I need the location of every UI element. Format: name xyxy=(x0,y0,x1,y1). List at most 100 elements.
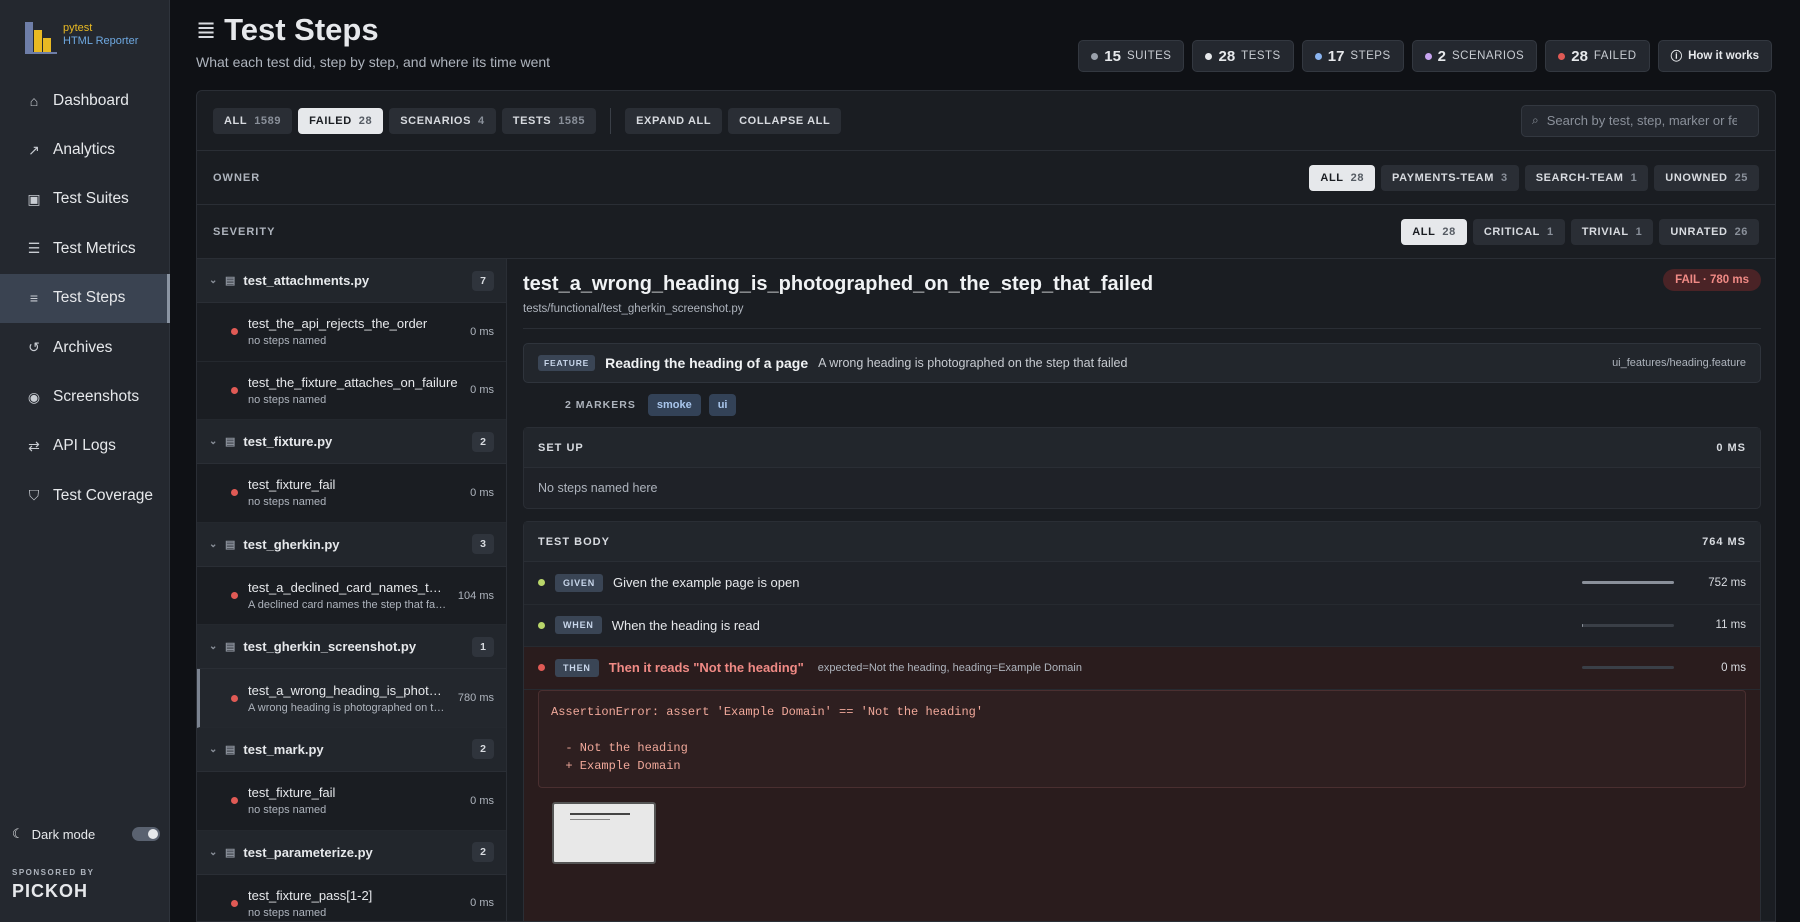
collapse-all-button[interactable]: COLLAPSE ALL xyxy=(728,107,842,134)
test-duration: 104 ms xyxy=(457,589,494,602)
file-group-header[interactable]: ⌄ ▤ test_parameterize.py 2 xyxy=(197,830,506,875)
test-info: test_the_api_rejects_the_order no steps n… xyxy=(248,316,460,347)
owner-chip-search-team[interactable]: SEARCH-TEAM 1 xyxy=(1524,164,1649,191)
step-row[interactable]: THEN Then it reads "Not the heading" expec… xyxy=(524,647,1760,690)
stat-tests[interactable]: 28 TESTS xyxy=(1192,40,1294,72)
stat-steps[interactable]: 17 STEPS xyxy=(1301,40,1404,72)
failure-details: AssertionError: assert 'Example Domain' … xyxy=(524,689,1760,921)
chip-label: ALL xyxy=(224,114,248,127)
test-row[interactable]: test_a_declined_card_names_the_step_that… xyxy=(197,567,506,626)
dark-mode-toggle[interactable] xyxy=(132,827,160,841)
step-status-dot xyxy=(538,664,545,672)
test-row[interactable]: test_fixture_fail no steps named 0 ms xyxy=(197,464,506,523)
marker-tag[interactable]: ui xyxy=(708,394,737,416)
tab-all[interactable]: ALL 1589 xyxy=(213,107,293,134)
sidebar-item-test-suites[interactable]: ▣ Test Suites xyxy=(0,175,170,224)
step-duration: 11 ms xyxy=(1715,619,1746,632)
feature-file[interactable]: ui_features/heading.feature xyxy=(1612,357,1746,369)
sidebar-item-archives[interactable]: ↺ Archives xyxy=(0,323,170,372)
owner-chip-payments-team[interactable]: PAYMENTS-TEAM 3 xyxy=(1381,164,1519,191)
severity-chip-all[interactable]: ALL 28 xyxy=(1401,218,1467,245)
test-list: ⌄ ▤ test_attachments.py 7 test_the_api_rejec… xyxy=(197,259,507,921)
test-info: test_fixture_pass[1-2] no steps named xyxy=(248,888,460,919)
chevron-down-icon[interactable]: ⌄ xyxy=(209,539,217,550)
chevron-down-icon[interactable]: ⌄ xyxy=(209,847,217,858)
fail-dot xyxy=(231,489,238,497)
test-row[interactable]: test_fixture_pass[1-2] no steps named 0 ms xyxy=(197,875,506,921)
stat-suites[interactable]: 15 SUITES xyxy=(1078,40,1185,72)
sponsor-logo[interactable]: PICKOH xyxy=(12,881,94,902)
test-row[interactable]: test_a_wrong_heading_is_photographed_on_… xyxy=(197,669,506,728)
stat-scenarios[interactable]: 2 SCENARIOS xyxy=(1411,40,1538,72)
list-ordered-icon: ≣ xyxy=(196,16,217,44)
file-icon: ▤ xyxy=(225,538,236,551)
tab-failed[interactable]: FAILED 28 xyxy=(298,107,384,134)
sidebar-item-label: Test Steps xyxy=(53,289,126,307)
brand[interactable]: pytest HTML Reporter xyxy=(25,18,139,54)
test-row[interactable]: test_fixture_fail no steps named 0 ms xyxy=(197,772,506,831)
stat-value: 28 xyxy=(1571,47,1588,65)
sidebar-item-analytics[interactable]: ↗ Analytics xyxy=(0,125,170,174)
sidebar-item-test-steps[interactable]: ≡ Test Steps xyxy=(0,273,170,323)
how-it-works-button[interactable]: ⓘ How it works xyxy=(1657,40,1772,72)
step-row[interactable]: WHEN When the heading is read 11 ms xyxy=(524,605,1760,647)
test-row[interactable]: test_the_api_rejects_the_order no steps n… xyxy=(197,303,506,362)
sidebar-item-api-logs[interactable]: ⇄ API Logs xyxy=(0,422,170,471)
tab-scenarios[interactable]: SCENARIOS 4 xyxy=(389,107,496,134)
owner-label: OWNER xyxy=(213,171,261,184)
search-input[interactable] xyxy=(1546,113,1737,128)
expand-all-button[interactable]: EXPAND ALL xyxy=(625,107,723,134)
body-header[interactable]: TEST BODY 764 MS xyxy=(524,522,1760,562)
file-group-header[interactable]: ⌄ ▤ test_gherkin.py 3 xyxy=(197,522,506,567)
chevron-down-icon[interactable]: ⌄ xyxy=(209,641,217,652)
failure-screenshot-thumbnail[interactable] xyxy=(552,801,656,864)
sidebar-item-dashboard[interactable]: ⌂ Dashboard xyxy=(0,76,170,125)
marker-tag[interactable]: smoke xyxy=(647,394,701,416)
stat-label: TESTS xyxy=(1241,50,1281,62)
search-box[interactable]: ⌕ xyxy=(1521,104,1759,137)
sidebar-item-test-metrics[interactable]: ☰ Test Metrics xyxy=(0,224,170,273)
severity-chip-trivial[interactable]: TRIVIAL 1 xyxy=(1570,218,1654,245)
severity-chip-critical[interactable]: CRITICAL 1 xyxy=(1472,218,1565,245)
test-info: test_fixture_fail no steps named xyxy=(248,785,460,816)
sidebar-item-test-coverage[interactable]: ⛉ Test Coverage xyxy=(0,471,170,520)
step-row[interactable]: GIVEN Given the example page is open 752 m… xyxy=(524,562,1760,605)
tab-tests[interactable]: TESTS 1585 xyxy=(501,107,597,134)
step-arguments: expected=Not the heading, heading=Exampl… xyxy=(817,661,1082,674)
stat-failed[interactable]: 28 FAILED xyxy=(1545,40,1650,72)
chip-label: TRIVIAL xyxy=(1581,225,1629,238)
owner-chip-unowned[interactable]: UNOWNED 25 xyxy=(1654,164,1759,191)
file-group-header[interactable]: ⌄ ▤ test_fixture.py 2 xyxy=(197,420,506,465)
file-group-header[interactable]: ⌄ ▤ test_gherkin_screenshot.py 1 xyxy=(197,625,506,670)
file-icon: ▤ xyxy=(225,275,236,287)
file-count-badge: 2 xyxy=(472,431,494,452)
status-dot xyxy=(1091,52,1099,60)
briefcase-icon: ▣ xyxy=(27,190,41,207)
file-group-header[interactable]: ⌄ ▤ test_attachments.py 7 xyxy=(197,259,506,303)
chip-label: SEARCH-TEAM xyxy=(1535,171,1624,184)
brand-subtitle: HTML Reporter xyxy=(63,35,139,47)
file-name: test_attachments.py xyxy=(243,273,370,288)
file-count-badge: 2 xyxy=(472,739,494,760)
chip-label: PAYMENTS-TEAM xyxy=(1392,171,1494,184)
owner-chip-all[interactable]: ALL 28 xyxy=(1309,164,1376,191)
step-list: GIVEN Given the example page is open 752 m… xyxy=(524,562,1760,690)
setup-label: SET UP xyxy=(538,441,584,454)
chip-label: UNRATED xyxy=(1670,225,1728,238)
sidebar-item-label: Test Suites xyxy=(53,190,129,208)
test-duration: 0 ms xyxy=(470,794,494,807)
file-count-badge: 3 xyxy=(472,534,494,555)
test-info: test_fixture_fail no steps named xyxy=(248,477,460,508)
test-duration: 0 ms xyxy=(470,325,494,338)
file-count-badge: 1 xyxy=(472,636,494,657)
chevron-down-icon[interactable]: ⌄ xyxy=(209,436,217,447)
chevron-down-icon[interactable]: ⌄ xyxy=(209,275,217,286)
file-group-header[interactable]: ⌄ ▤ test_mark.py 2 xyxy=(197,727,506,772)
severity-chip-unrated[interactable]: UNRATED 26 xyxy=(1659,218,1759,245)
sidebar-item-screenshots[interactable]: ◉ Screenshots xyxy=(0,372,170,421)
chevron-down-icon[interactable]: ⌄ xyxy=(209,744,217,755)
brand-name: pytest xyxy=(63,22,93,34)
file-name: test_parameterize.py xyxy=(243,844,373,860)
test-row[interactable]: test_the_fixture_attaches_on_failure no s… xyxy=(197,362,506,421)
setup-header[interactable]: SET UP 0 MS xyxy=(524,428,1760,468)
